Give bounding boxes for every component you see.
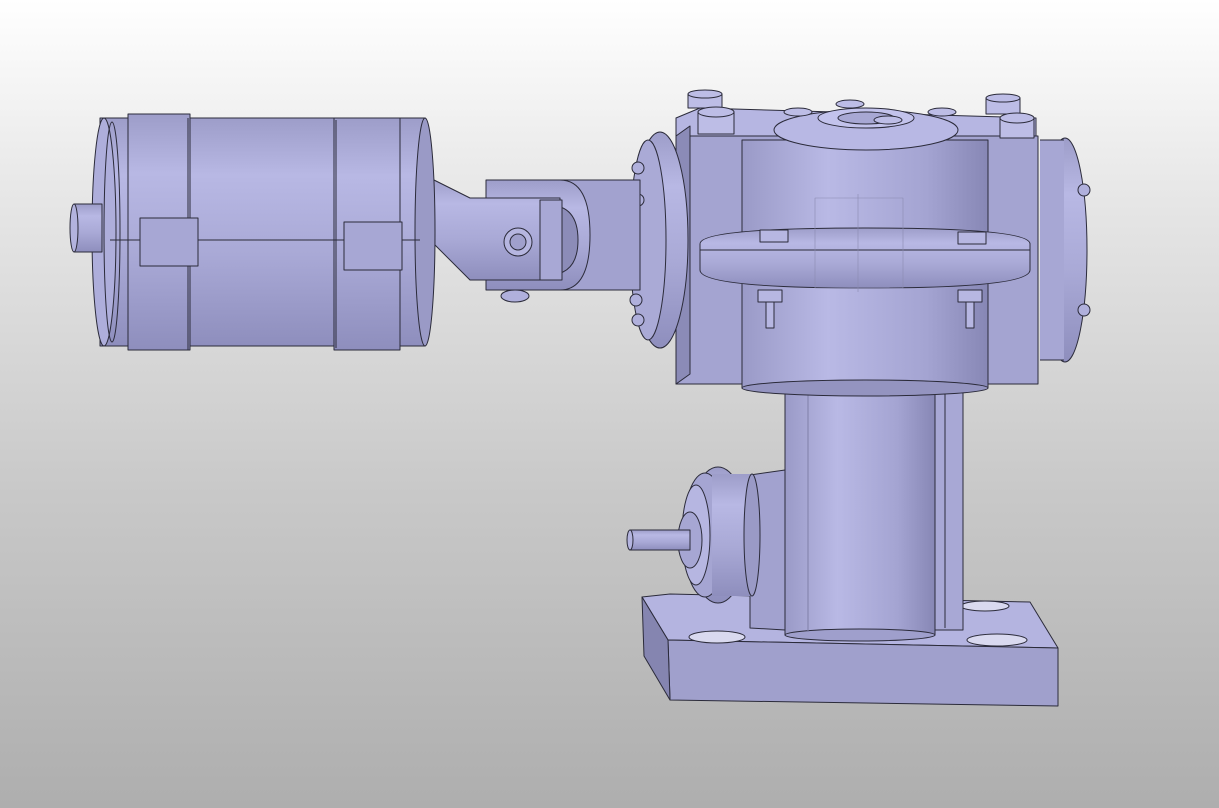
gearbox (629, 89, 1091, 397)
cad-model[interactable] (0, 0, 1219, 808)
3d-viewport[interactable] (0, 0, 1219, 808)
side-shaft (626, 466, 761, 604)
column (749, 384, 964, 642)
motor (69, 113, 436, 351)
universal-joint (429, 177, 641, 303)
